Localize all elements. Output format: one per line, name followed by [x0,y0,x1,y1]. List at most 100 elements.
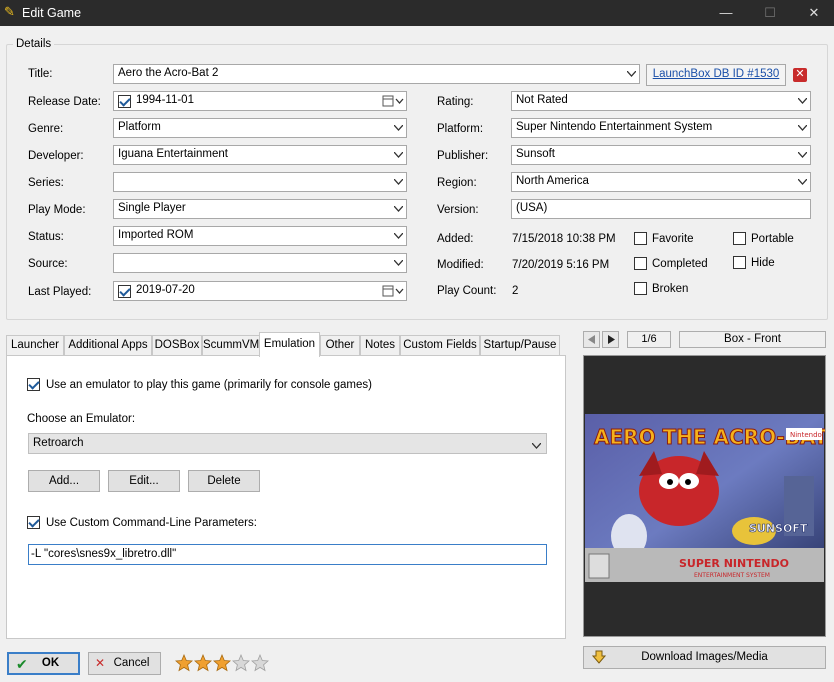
chevron-down-icon [394,260,403,266]
chevron-down-icon [394,125,403,131]
tab-additional-apps[interactable]: Additional Apps [64,335,152,356]
custom-cmd-label[interactable]: Use Custom Command-Line Parameters: [46,517,257,529]
chevron-down-icon [531,440,542,452]
star-icon[interactable] [194,653,212,672]
add-emulator-button[interactable]: Add... [28,470,100,492]
portable-checkbox[interactable] [733,232,746,245]
play-count-value: 2 [512,285,519,297]
portable-label[interactable]: Portable [751,233,794,245]
calendar-icon[interactable] [382,95,404,107]
star-icon[interactable] [213,653,231,672]
platform-combo[interactable]: Super Nintendo Entertainment System [511,118,811,138]
play-mode-combo[interactable]: Single Player [113,199,407,219]
title-combo[interactable]: Aero the Acro-Bat 2 [113,64,640,84]
modified-label: Modified: [437,259,484,271]
chevron-down-icon [798,125,807,131]
image-type-label: Box - Front [679,331,826,348]
developer-combo[interactable]: Iguana Entertainment [113,145,407,165]
download-icon [591,650,607,667]
cancel-button[interactable]: ✕ Cancel [88,652,161,675]
maximize-button[interactable]: ☐ [750,3,790,23]
edit-emulator-button[interactable]: Edit... [108,470,180,492]
calendar-icon[interactable] [382,285,404,297]
cover-publisher: SUNSOFT [749,522,808,535]
custom-cmd-checkbox[interactable] [27,516,40,529]
source-combo[interactable] [113,253,407,273]
app-icon: ✎ [4,4,15,19]
minimize-button[interactable]: — [706,3,746,23]
release-date-checkbox[interactable] [118,95,131,108]
added-value: 7/15/2018 10:38 PM [512,233,616,245]
cover-platform: SUPER NINTENDO [679,557,789,570]
genre-label: Genre: [28,123,64,135]
completed-checkbox[interactable] [634,257,647,270]
close-button[interactable]: ✕ [794,3,834,23]
launchbox-db-link-box[interactable]: LaunchBox DB ID #1530 [646,64,786,86]
chevron-down-icon [394,179,403,185]
star-icon[interactable] [251,653,269,672]
tab-scummvm[interactable]: ScummVM [202,335,260,356]
status-label: Status: [28,231,64,243]
star-icon[interactable] [175,653,193,672]
chevron-down-icon [394,233,403,239]
hide-label[interactable]: Hide [751,257,775,269]
last-played-checkbox[interactable] [118,285,131,298]
launchbox-db-link[interactable]: LaunchBox DB ID #1530 [653,68,780,80]
cover-platform-sub: ENTERTAINMENT SYSTEM [694,572,770,579]
status-combo[interactable]: Imported ROM [113,226,407,246]
tab-emulation[interactable]: Emulation [259,332,320,357]
chevron-down-icon [798,152,807,158]
play-mode-label: Play Mode: [28,204,86,216]
cancel-x-icon: ✕ [95,656,106,670]
tab-startup-pause[interactable]: Startup/Pause [480,335,560,356]
release-date-picker[interactable]: 1994-11-01 [113,91,407,111]
delete-emulator-button[interactable]: Delete [188,470,260,492]
publisher-combo[interactable]: Sunsoft [511,145,811,165]
developer-label: Developer: [28,150,84,162]
chevron-down-icon [798,179,807,185]
favorite-checkbox[interactable] [634,232,647,245]
tab-other[interactable]: Other [320,335,360,356]
tab-launcher[interactable]: Launcher [6,335,64,356]
broken-label[interactable]: Broken [652,283,688,295]
broken-checkbox[interactable] [634,282,647,295]
version-label: Version: [437,204,479,216]
play-count-label: Play Count: [437,285,497,297]
region-combo[interactable]: North America [511,172,811,192]
chevron-down-icon [798,98,807,104]
region-label: Region: [437,177,477,189]
completed-label[interactable]: Completed [652,258,708,270]
platform-label: Platform: [437,123,484,135]
star-icon[interactable] [232,653,250,672]
choose-emulator-label: Choose an Emulator: [27,413,136,425]
use-emulator-label[interactable]: Use an emulator to play this game (prima… [46,379,372,391]
checkmark-icon: ✔ [16,656,28,672]
series-combo[interactable] [113,172,407,192]
box-art-image: AERO THE ACRO-BAT 2 Nintendo SUNSOFT SUP… [584,356,834,636]
ok-button[interactable]: ✔ OK [7,652,80,675]
prev-image-button[interactable] [583,331,600,348]
version-field[interactable]: (USA) [511,199,811,219]
last-played-label: Last Played: [28,286,92,298]
series-label: Series: [28,177,64,189]
favorite-label[interactable]: Favorite [652,233,694,245]
remove-link-icon[interactable]: ✕ [793,68,807,82]
use-emulator-checkbox[interactable] [27,378,40,391]
next-image-button[interactable] [602,331,619,348]
last-played-picker[interactable]: 2019-07-20 [113,281,407,301]
emulator-combo[interactable]: Retroarch [28,433,547,454]
source-label: Source: [28,258,68,270]
title-bar: ✎ Edit Game — ☐ ✕ [0,0,834,26]
genre-combo[interactable]: Platform [113,118,407,138]
tab-notes[interactable]: Notes [360,335,400,356]
tab-custom-fields[interactable]: Custom Fields [400,335,480,356]
details-group-label: Details [13,38,55,50]
download-images-button[interactable]: Download Images/Media [583,646,826,669]
rating-combo[interactable]: Not Rated [511,91,811,111]
image-counter: 1/6 [627,331,671,348]
emulation-panel [6,355,566,639]
rating-label: Rating: [437,96,474,108]
tab-dosbox[interactable]: DOSBox [152,335,202,356]
command-line-input[interactable]: -L "cores\snes9x_libretro.dll" [28,544,547,565]
hide-checkbox[interactable] [733,256,746,269]
